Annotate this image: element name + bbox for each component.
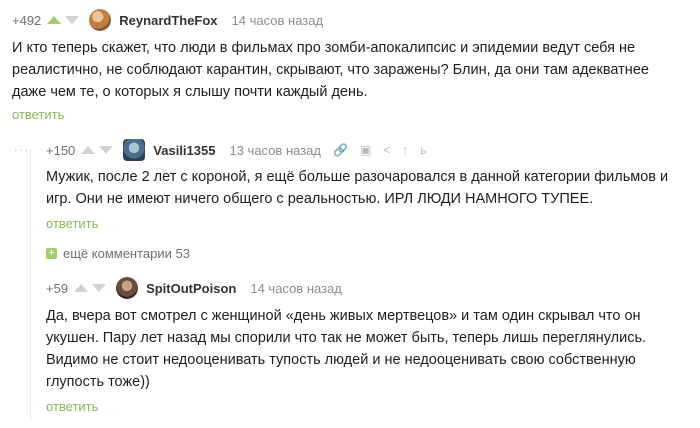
avatar[interactable] <box>123 139 146 161</box>
upvote-icon[interactable] <box>47 16 62 24</box>
upvote-icon[interactable] <box>81 146 96 154</box>
comment-text: Да, вчера вот смотрел с женщиной «день ж… <box>46 308 647 390</box>
more-comments-label: ещё комментарии 53 <box>63 246 190 261</box>
comment-time[interactable]: 14 часов назад <box>250 281 342 296</box>
more-comments-button[interactable]: + ещё комментарии 53 <box>46 246 190 261</box>
vote-controls <box>81 146 114 154</box>
comment-text: Мужик, после 2 лет с короной, я ещё боль… <box>46 169 669 207</box>
reply-link[interactable]: ответить <box>46 216 694 231</box>
comment-rating: +150 <box>46 142 76 158</box>
avatar[interactable] <box>116 277 139 299</box>
comment-time[interactable]: 14 часов назад <box>232 13 324 28</box>
username[interactable]: ReynardTheFox <box>119 13 217 28</box>
comment-tools: 🔗 ▣ < ↑ ь <box>333 143 439 157</box>
avatar[interactable] <box>89 9 112 31</box>
collapse-thread-dots[interactable]: ... <box>14 140 30 154</box>
reply-link[interactable]: ответить <box>12 107 692 122</box>
plus-icon: + <box>46 248 57 259</box>
comment-rating: +59 <box>46 280 69 296</box>
thread-line <box>30 150 31 420</box>
share-icon[interactable]: < <box>383 143 390 157</box>
comment-text: И кто теперь скажет, что люди в фильмах … <box>12 40 649 100</box>
comment-header: +59 SpitOutPoison 14 часов назад <box>46 277 694 299</box>
comment-reynardthefox: +492 ReynardTheFox 14 часов назад И кто … <box>12 9 692 122</box>
vote-controls <box>47 16 80 24</box>
downvote-icon[interactable] <box>65 16 80 24</box>
downvote-icon[interactable] <box>92 284 107 292</box>
upvote-icon[interactable] <box>74 284 89 292</box>
comment-spitoutpoison: +59 SpitOutPoison 14 часов назад Да, вче… <box>46 277 694 414</box>
reply-link[interactable]: ответить <box>46 399 694 414</box>
comment-vasili1355: +150 Vasili1355 13 часов назад 🔗 ▣ < ↑ ь… <box>46 139 694 231</box>
comment-header: +492 ReynardTheFox 14 часов назад <box>12 9 692 31</box>
comment-time[interactable]: 13 часов назад <box>229 143 321 158</box>
username[interactable]: Vasili1355 <box>153 143 215 158</box>
go-to-parent-icon[interactable]: ↑ <box>402 143 408 157</box>
username[interactable]: SpitOutPoison <box>146 281 236 296</box>
comment-header: +150 Vasili1355 13 часов назад 🔗 ▣ < ↑ ь <box>46 139 694 161</box>
save-icon[interactable]: ▣ <box>360 143 371 157</box>
link-icon[interactable]: 🔗 <box>333 143 348 157</box>
downvote-icon[interactable] <box>99 146 114 154</box>
comment-rating: +492 <box>12 12 42 28</box>
more-icon[interactable]: ь <box>420 143 426 157</box>
vote-controls <box>74 284 107 292</box>
